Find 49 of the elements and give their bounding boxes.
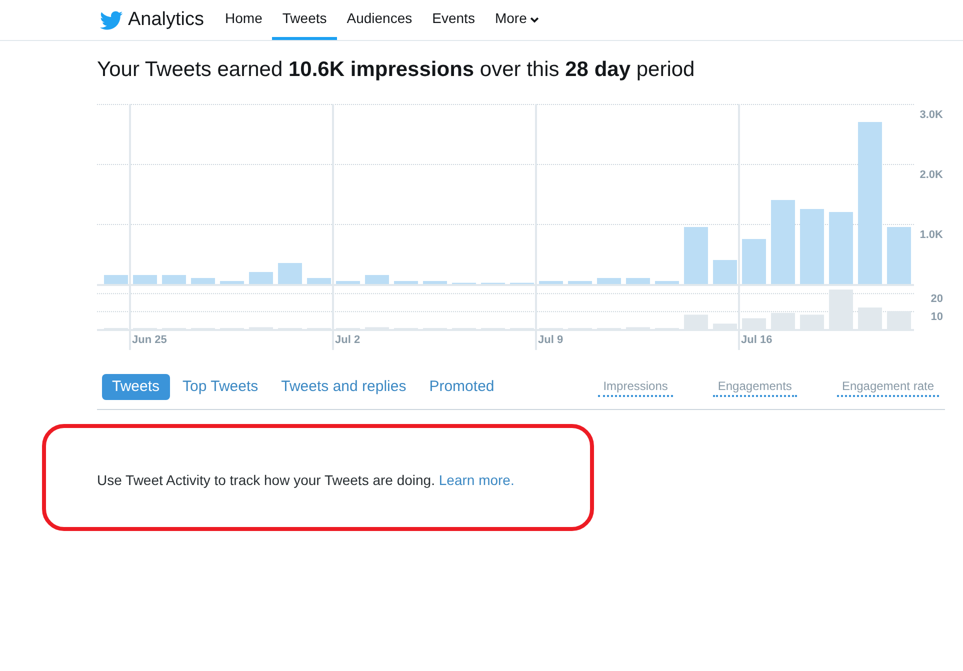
bar: [220, 281, 244, 284]
bar: [365, 275, 389, 284]
nav-link[interactable]: Events: [422, 0, 485, 40]
date-label: Jul 16: [741, 334, 772, 346]
axis-label: 3.0K: [920, 109, 943, 121]
tab[interactable]: Top Tweets: [172, 374, 268, 400]
nav-link[interactable]: Tweets: [272, 0, 337, 40]
bar: [336, 281, 360, 284]
bar: [307, 278, 331, 284]
activity-hint-text: Use Tweet Activity to track how your Tweets are doing. Learn more.: [97, 472, 516, 488]
bar: [133, 275, 157, 284]
chevron-down-icon: [530, 16, 539, 22]
axis-label: 2.0K: [920, 169, 943, 181]
date-label: Jul 2: [335, 334, 360, 346]
bar: [539, 281, 563, 284]
axis-label: 1.0K: [920, 229, 943, 241]
bird-logo-icon: [99, 10, 123, 30]
tab[interactable]: Tweets and replies: [271, 374, 416, 400]
metric-column-header[interactable]: Engagement rate: [836, 378, 939, 396]
bar: [278, 263, 302, 284]
bar: [394, 281, 418, 284]
metric-column-header[interactable]: Engagements: [712, 378, 797, 396]
axis-label: 20: [930, 293, 943, 306]
tab[interactable]: Tweets: [102, 374, 170, 400]
nav-link[interactable]: Home: [215, 0, 272, 40]
nav-link[interactable]: Audiences: [336, 0, 422, 40]
date-label: Jul 9: [538, 334, 564, 346]
bar: [742, 239, 766, 284]
brand-title: Analytics: [128, 8, 204, 32]
bar: [887, 227, 911, 284]
bar: [568, 281, 592, 284]
bar: [162, 275, 186, 284]
bar: [249, 272, 273, 284]
metric-column-header[interactable]: Impressions: [598, 378, 673, 396]
bar: [684, 227, 708, 284]
nav-link[interactable]: More: [484, 0, 549, 40]
bar: [829, 212, 853, 284]
tab[interactable]: Promoted: [419, 374, 504, 400]
bar: [191, 278, 215, 284]
date-label: Jun 25: [132, 334, 167, 346]
bar: [597, 278, 621, 284]
bar: [104, 275, 128, 284]
learn-more-link[interactable]: Learn more.: [438, 472, 514, 488]
bar: [655, 281, 679, 284]
impressions-summary-heading: Your Tweets earned 10.6K impressions over this 28 day period: [97, 57, 696, 83]
bar: [423, 281, 447, 284]
bar: [713, 260, 737, 284]
axis-label: 10: [930, 311, 943, 324]
bar: [626, 278, 650, 284]
